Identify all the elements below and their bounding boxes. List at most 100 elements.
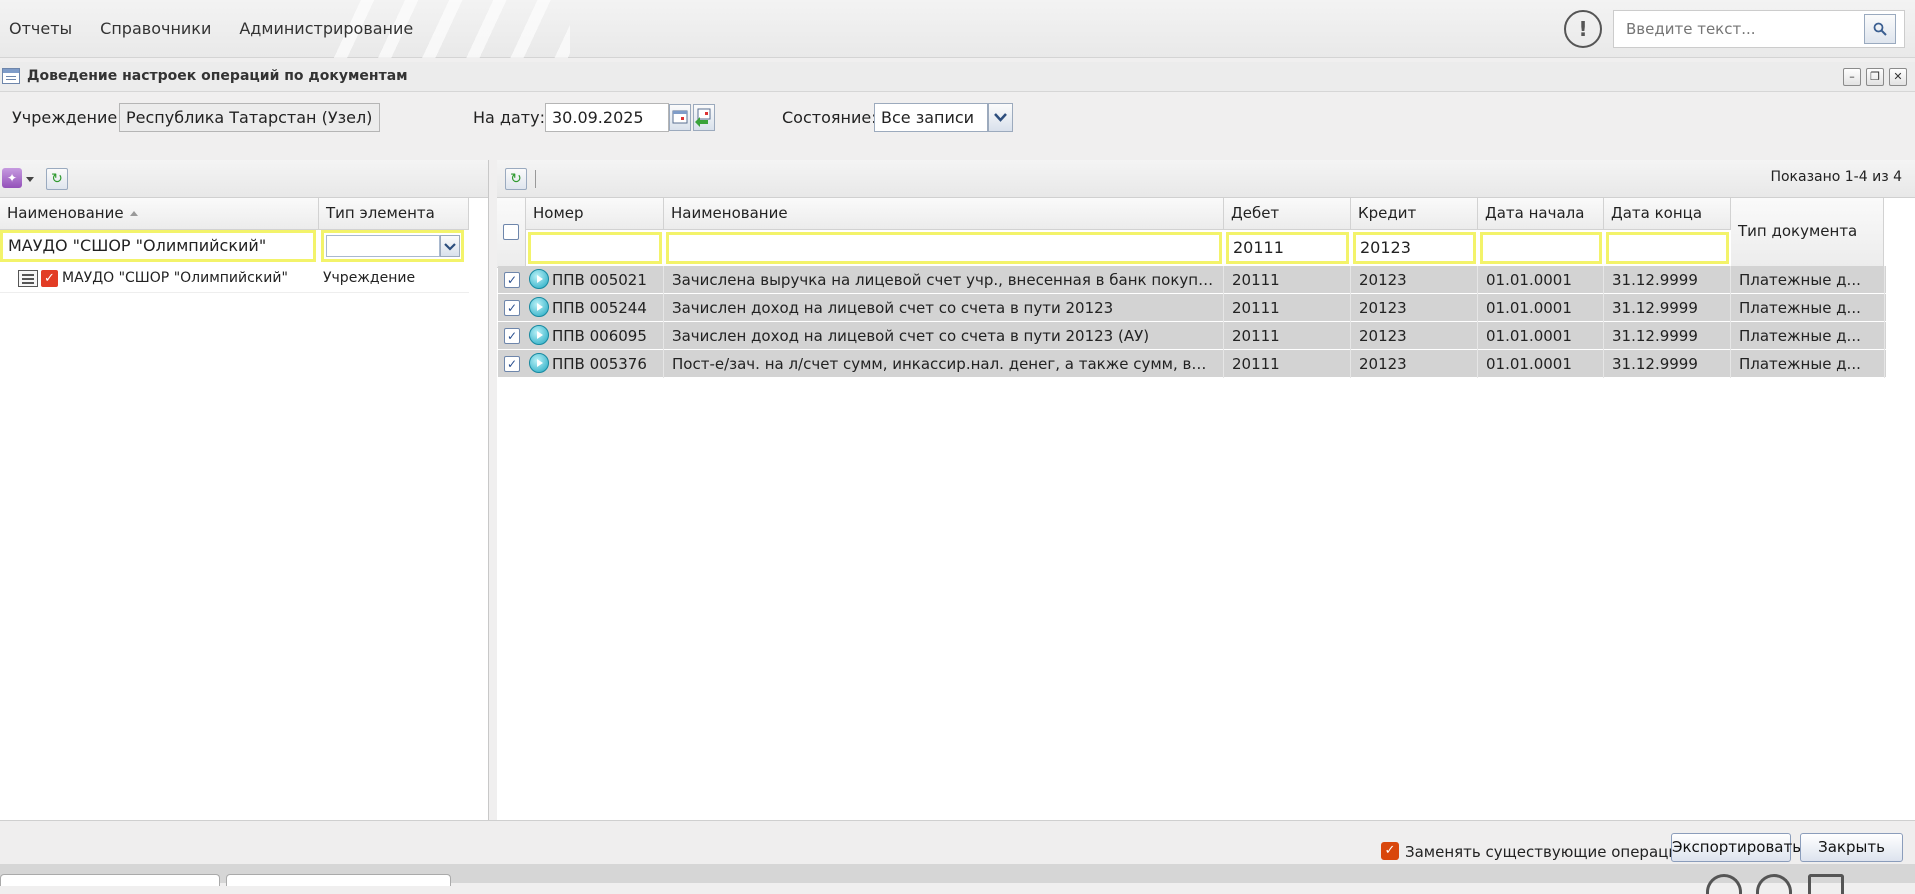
- tree-row[interactable]: ✓ МАУДО "СШОР "Олимпийский" Учреждение: [0, 265, 469, 293]
- tree-node-icon: [18, 270, 38, 287]
- institutions-panel: ✦ ↻ Наименование Тип элемента МАУДО "СШО…: [0, 160, 489, 820]
- type-filter-dropdown[interactable]: [440, 235, 460, 257]
- row-doc-type: Платежные д...: [1731, 322, 1885, 350]
- add-menu-arrow-icon[interactable]: [26, 177, 34, 182]
- toolbar-separator: [535, 170, 536, 188]
- type-filter-select[interactable]: [321, 230, 464, 262]
- row-doc-type: Платежные д...: [1731, 294, 1885, 322]
- row-debit: 20111: [1224, 322, 1351, 350]
- replace-operations-checkbox[interactable]: ✓: [1381, 842, 1399, 860]
- row-credit: 20123: [1351, 266, 1478, 294]
- left-toolbar: ✦ ↻: [0, 160, 488, 198]
- chevron-down-icon: [444, 243, 456, 251]
- chevron-down-icon: [994, 113, 1007, 122]
- table-row[interactable]: ✓ ППВ 005244 Зачислен доход на лицевой с…: [498, 294, 1886, 322]
- select-all-checkbox[interactable]: [503, 224, 519, 240]
- left-refresh-button[interactable]: ↻: [46, 168, 68, 190]
- tree-row-name: МАУДО "СШОР "Олимпийский": [62, 270, 288, 286]
- play-icon[interactable]: [529, 297, 549, 317]
- institution-field[interactable]: Республика Татарстан (Узел): [119, 103, 380, 132]
- right-refresh-button[interactable]: ↻: [505, 168, 527, 190]
- status-strip: [0, 864, 1915, 894]
- row-number: ППВ 005244: [550, 294, 664, 322]
- help-icon[interactable]: [1706, 874, 1742, 894]
- end-date-filter-input[interactable]: [1606, 232, 1729, 264]
- calendar-icon: [672, 110, 688, 124]
- row-end-date: 31.12.9999: [1604, 350, 1731, 378]
- credit-filter-input[interactable]: 20123: [1353, 232, 1476, 264]
- menu-item-reports[interactable]: Отчеты: [9, 19, 72, 38]
- play-icon[interactable]: [529, 325, 549, 345]
- close-button[interactable]: Закрыть: [1800, 833, 1903, 862]
- export-button[interactable]: Экспортировать: [1671, 833, 1801, 862]
- dialog-footer: ✓ Заменять существующие операции? Экспор…: [0, 820, 1915, 864]
- row-start-date: 01.01.0001: [1478, 294, 1604, 322]
- sort-asc-icon: [129, 211, 138, 216]
- settings-icon[interactable]: [1756, 874, 1792, 894]
- window-titlebar: Доведение настроек операций по документа…: [0, 62, 1915, 92]
- number-filter-input[interactable]: [528, 232, 662, 264]
- row-start-date: 01.01.0001: [1478, 350, 1604, 378]
- play-icon[interactable]: [529, 269, 549, 289]
- row-name: Пост-е/зач. на л/счет сумм, инкассир.нал…: [664, 350, 1224, 378]
- name-filter-input[interactable]: МАУДО "СШОР "Олимпийский": [0, 230, 316, 262]
- menu-item-directories[interactable]: Справочники: [100, 19, 211, 38]
- tree-row-checkbox[interactable]: ✓: [41, 270, 58, 287]
- row-end-date: 31.12.9999: [1604, 266, 1731, 294]
- table-row[interactable]: ✓ ППВ 005021 Зачислена выручка на лицево…: [498, 266, 1886, 294]
- state-select[interactable]: Все записи: [874, 103, 988, 132]
- calendar-button[interactable]: [669, 104, 691, 131]
- add-menu-button[interactable]: ✦: [2, 168, 22, 188]
- global-search: [1613, 10, 1905, 48]
- alert-icon[interactable]: !: [1564, 10, 1602, 48]
- menu-item-administration[interactable]: Администрирование: [239, 19, 413, 38]
- row-checkbox[interactable]: ✓: [504, 272, 520, 288]
- state-label: Состояние:: [782, 108, 877, 127]
- date-reset-button[interactable]: [693, 104, 715, 131]
- search-input[interactable]: [1614, 11, 1854, 47]
- column-header-end-date[interactable]: Дата конца: [1604, 198, 1731, 230]
- debit-filter-input[interactable]: 20111: [1226, 232, 1349, 264]
- minimize-button[interactable]: –: [1843, 68, 1861, 86]
- play-icon[interactable]: [529, 353, 549, 373]
- taskbar-tab[interactable]: [0, 874, 220, 886]
- row-credit: 20123: [1351, 322, 1478, 350]
- row-doc-type: Платежные д...: [1731, 266, 1885, 294]
- close-window-button[interactable]: ✕: [1889, 68, 1907, 86]
- row-end-date: 31.12.9999: [1604, 322, 1731, 350]
- column-header-number[interactable]: Номер: [526, 198, 664, 230]
- column-header-name[interactable]: Наименование: [0, 198, 319, 230]
- column-header-type[interactable]: Тип элемента: [319, 198, 469, 230]
- name-filter-input[interactable]: [666, 232, 1222, 264]
- column-header-name[interactable]: Наименование: [664, 198, 1224, 230]
- type-filter-value: [326, 235, 440, 257]
- mail-icon[interactable]: [1808, 874, 1844, 894]
- row-name: Зачислена выручка на лицевой счет учр., …: [664, 266, 1224, 294]
- main-menu: Отчеты Справочники Администрирование: [9, 19, 441, 38]
- row-start-date: 01.01.0001: [1478, 322, 1604, 350]
- institution-label: Учреждение:: [12, 108, 123, 127]
- row-number: ППВ 005376: [550, 350, 664, 378]
- column-header-debit[interactable]: Дебет: [1224, 198, 1351, 230]
- row-checkbox[interactable]: ✓: [504, 328, 520, 344]
- select-all-header: [497, 198, 526, 268]
- restore-button[interactable]: ❐: [1866, 68, 1884, 86]
- right-toolbar: ↻ Показано 1-4 из 4: [497, 160, 1915, 198]
- window-title: Доведение настроек операций по документа…: [27, 68, 408, 84]
- row-name: Зачислен доход на лицевой счет со счета …: [664, 294, 1224, 322]
- column-header-doc-type[interactable]: Тип документа: [1731, 198, 1884, 268]
- search-button[interactable]: [1864, 14, 1896, 44]
- row-checkbox[interactable]: ✓: [504, 300, 520, 316]
- taskbar-tab[interactable]: [226, 874, 451, 886]
- state-dropdown-button[interactable]: [988, 103, 1013, 132]
- date-field[interactable]: 30.09.2025: [545, 103, 669, 132]
- start-date-filter-input[interactable]: [1480, 232, 1602, 264]
- table-row[interactable]: ✓ ППВ 006095 Зачислен доход на лицевой с…: [498, 322, 1886, 350]
- replace-operations-label: Заменять существующие операции?: [1405, 843, 1696, 861]
- column-header-credit[interactable]: Кредит: [1351, 198, 1478, 230]
- filter-bar: Учреждение: Республика Татарстан (Узел) …: [0, 93, 1915, 159]
- row-credit: 20123: [1351, 350, 1478, 378]
- row-checkbox[interactable]: ✓: [504, 356, 520, 372]
- column-header-start-date[interactable]: Дата начала: [1478, 198, 1604, 230]
- table-row[interactable]: ✓ ППВ 005376 Пост-е/зач. на л/счет сумм,…: [498, 350, 1886, 378]
